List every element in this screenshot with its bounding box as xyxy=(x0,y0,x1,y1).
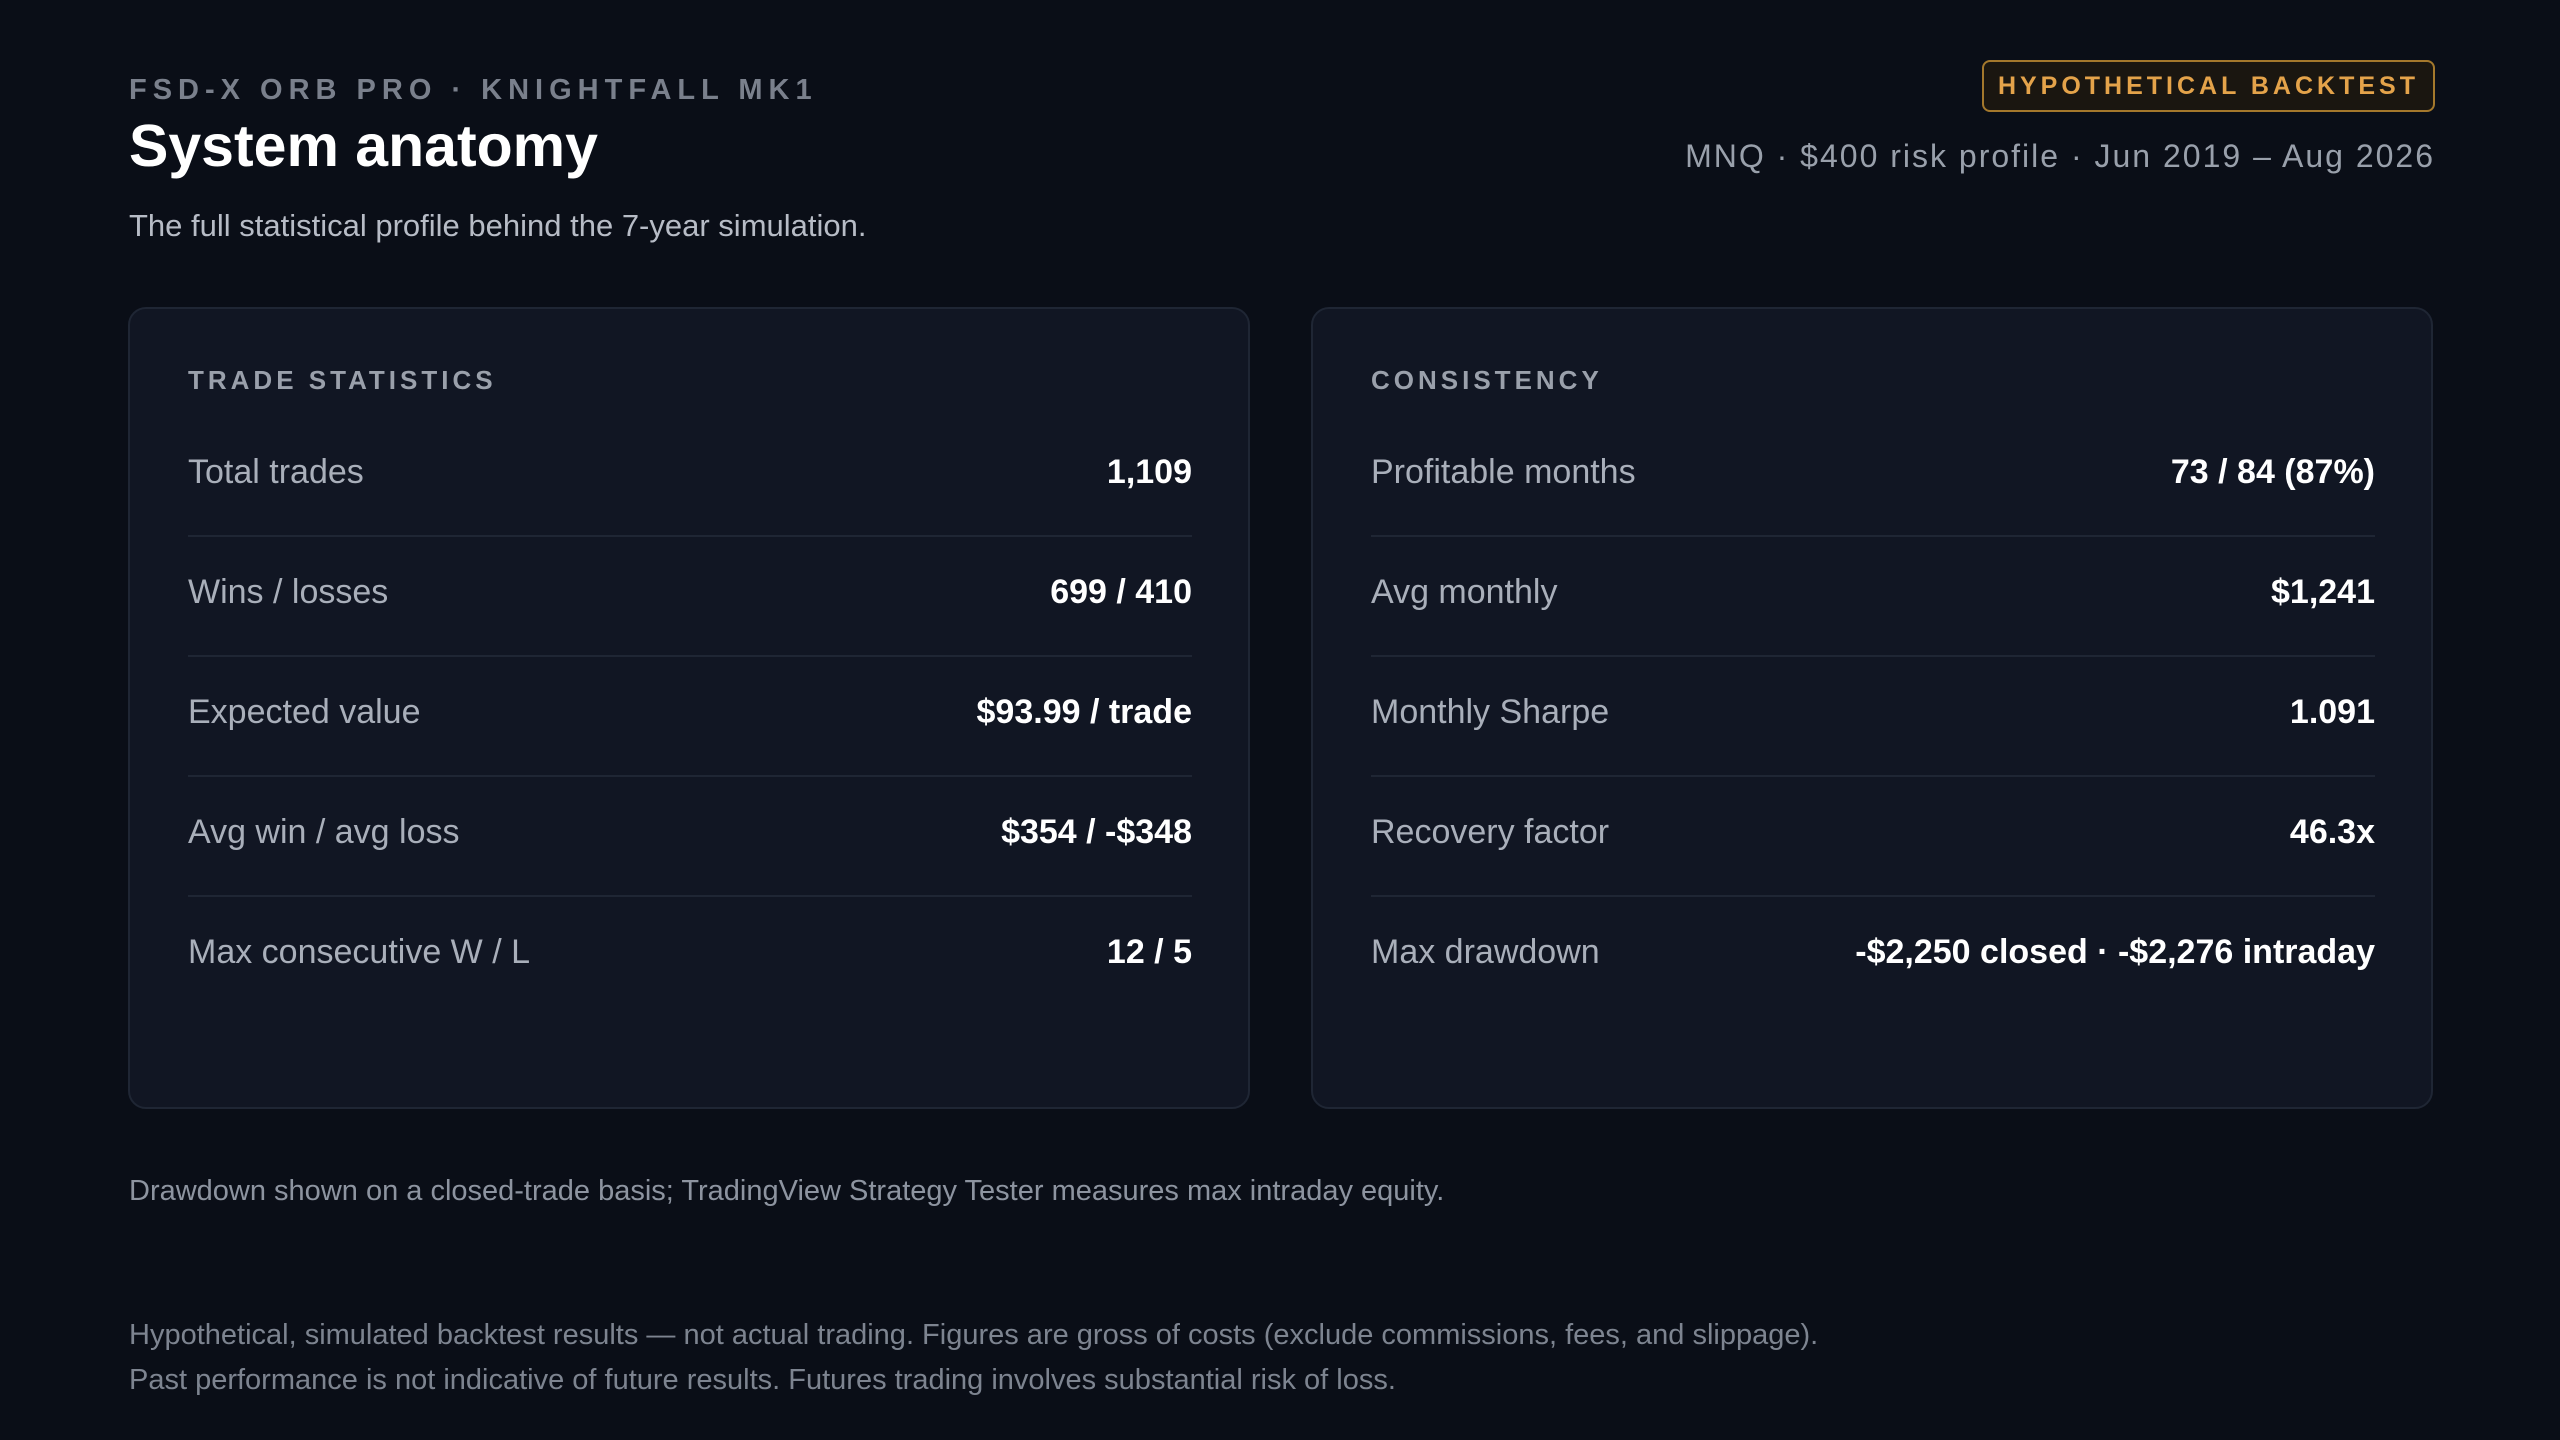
risk-disclaimer: Hypothetical, simulated backtest results… xyxy=(129,1313,1818,1403)
stat-value: $93.99 / trade xyxy=(976,693,1192,731)
stat-value: $1,241 xyxy=(2271,573,2375,611)
stat-value: 1.091 xyxy=(2289,693,2375,731)
disclaimer-line: Past performance is not indicative of fu… xyxy=(129,1364,1396,1396)
stat-label: Monthly Sharpe xyxy=(1371,693,1610,731)
page-subtitle: The full statistical profile behind the … xyxy=(129,208,867,243)
page-header: FSD-X ORB PRO · KNIGHTFALL MK1 System an… xyxy=(129,60,2435,260)
stat-row-max-drawdown: Max drawdown -$2,250 closed · -$2,276 in… xyxy=(1371,897,2375,1017)
stat-value: 699 / 410 xyxy=(1050,573,1192,611)
stat-row-max-consecutive: Max consecutive W / L 12 / 5 xyxy=(188,897,1192,1017)
stat-label: Total trades xyxy=(188,453,364,491)
stat-row-total-trades: Total trades 1,109 xyxy=(188,417,1192,537)
disclaimer-line: Hypothetical, simulated backtest results… xyxy=(129,1319,1819,1351)
consistency-card: CONSISTENCY Profitable months 73 / 84 (8… xyxy=(1311,307,2433,1109)
stat-row-recovery-factor: Recovery factor 46.3x xyxy=(1371,777,2375,897)
stat-label: Avg monthly xyxy=(1371,573,1558,611)
drawdown-footnote: Drawdown shown on a closed-trade basis; … xyxy=(129,1175,1445,1207)
stat-value: 46.3x xyxy=(2289,813,2375,851)
stat-label: Avg win / avg loss xyxy=(188,813,460,851)
stat-label: Max drawdown xyxy=(1371,933,1600,971)
stat-label: Wins / losses xyxy=(188,573,389,611)
trade-statistics-list: Total trades 1,109 Wins / losses 699 / 4… xyxy=(188,417,1192,1017)
consistency-list: Profitable months 73 / 84 (87%) Avg mont… xyxy=(1371,417,2375,1017)
stat-row-avg-monthly: Avg monthly $1,241 xyxy=(1371,537,2375,657)
stat-value: 73 / 84 (87%) xyxy=(2170,453,2375,491)
stat-row-profitable-months: Profitable months 73 / 84 (87%) xyxy=(1371,417,2375,537)
stat-value: 12 / 5 xyxy=(1106,933,1192,971)
stat-row-monthly-sharpe: Monthly Sharpe 1.091 xyxy=(1371,657,2375,777)
stat-value: 1,109 xyxy=(1106,453,1192,491)
trade-statistics-card: TRADE STATISTICS Total trades 1,109 Wins… xyxy=(128,307,1250,1109)
stat-row-wins-losses: Wins / losses 699 / 410 xyxy=(188,537,1192,657)
page-title: System anatomy xyxy=(129,113,598,179)
backtest-meta: MNQ · $400 risk profile · Jun 2019 – Aug… xyxy=(1685,138,2435,174)
hypothetical-backtest-badge: HYPOTHETICAL BACKTEST xyxy=(1981,60,2435,112)
stat-label: Recovery factor xyxy=(1371,813,1610,851)
stat-label: Expected value xyxy=(188,693,421,731)
stat-value: -$2,250 closed · -$2,276 intraday xyxy=(1855,933,2375,971)
stat-row-avg-win-loss: Avg win / avg loss $354 / -$348 xyxy=(188,777,1192,897)
stat-label: Max consecutive W / L xyxy=(188,933,531,971)
stat-value: $354 / -$348 xyxy=(1001,813,1192,851)
consistency-heading: CONSISTENCY xyxy=(1371,365,1603,395)
stat-label: Profitable months xyxy=(1371,453,1636,491)
product-eyebrow: FSD-X ORB PRO · KNIGHTFALL MK1 xyxy=(129,74,818,106)
trade-statistics-heading: TRADE STATISTICS xyxy=(188,365,497,395)
stat-row-expected-value: Expected value $93.99 / trade xyxy=(188,657,1192,777)
